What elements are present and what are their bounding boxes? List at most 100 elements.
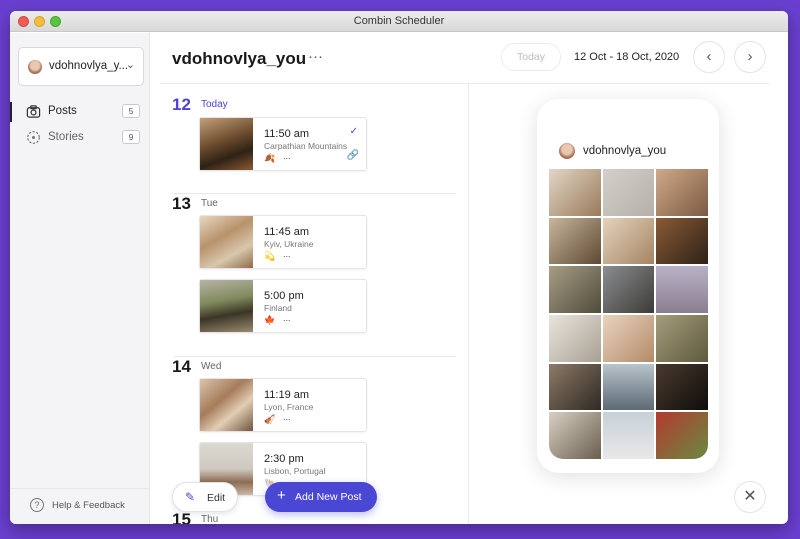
preview-grid: [549, 169, 708, 459]
grid-photo: [656, 217, 708, 265]
prev-week-button[interactable]: ‹: [693, 41, 725, 73]
post-time: 11:45 am: [264, 226, 310, 238]
plus-icon: +: [277, 487, 286, 504]
minimize-window-button[interactable]: [34, 16, 45, 27]
sidebar: vdohnovlya_y... ⌄ Posts 5 Stories 9 ? He…: [10, 33, 150, 524]
avatar: [559, 143, 575, 159]
post-card[interactable]: 11:50 am Carpathian Mountains 🍂 ... ✓ 🔗: [199, 117, 367, 171]
grid-photo: [549, 315, 601, 362]
day-label: Thu: [201, 514, 219, 524]
day-number: 15: [172, 510, 191, 524]
grid-photo: [656, 169, 708, 216]
post-thumbnail: [200, 216, 253, 268]
stories-icon: [27, 131, 40, 144]
window-title: Combin Scheduler: [353, 15, 445, 27]
page-title: vdohnovlya_you: [172, 49, 307, 68]
grid-photo: [656, 266, 708, 313]
account-name: vdohnovlya_y...: [49, 60, 129, 72]
post-time: 2:30 pm: [264, 453, 304, 465]
app-window: Combin Scheduler vdohnovlya_y... ⌄ Posts…: [10, 11, 788, 524]
post-caption-preview: ...: [283, 313, 291, 323]
post-location: Carpathian Mountains: [264, 141, 348, 151]
pencil-icon: ✎: [185, 490, 196, 504]
phone-preview: vdohnovlya_you: [537, 99, 719, 473]
today-button[interactable]: Today: [501, 43, 561, 71]
post-thumbnail: [200, 379, 253, 431]
grid-photo: [602, 412, 655, 459]
post-location: Finland: [264, 303, 292, 313]
account-selector[interactable]: vdohnovlya_y... ⌄: [18, 47, 144, 86]
grid-photo: [602, 217, 655, 265]
edit-button[interactable]: ✎ Edit: [172, 482, 238, 512]
panel-divider: [468, 84, 469, 524]
next-week-button[interactable]: ›: [734, 41, 766, 73]
date-range: 12 Oct - 18 Oct, 2020: [574, 51, 680, 63]
post-caption-preview: ...: [283, 412, 291, 422]
grid-photo: [549, 169, 601, 216]
stories-count-badge: 9: [122, 130, 140, 144]
preview-username: vdohnovlya_you: [583, 145, 667, 157]
grid-photo: [549, 217, 601, 265]
post-card[interactable]: 11:19 am Lyon, France 🎻 ...: [199, 378, 367, 432]
help-label: Help & Feedback: [52, 500, 125, 511]
post-caption-preview: ...: [283, 151, 291, 161]
day-number: 13: [172, 194, 191, 213]
grid-photo: [549, 266, 601, 313]
day-number: 12: [172, 95, 191, 114]
maple-leaf-icon: 🍁: [264, 315, 276, 325]
link-icon[interactable]: 🔗: [347, 150, 359, 161]
post-card[interactable]: 5:00 pm Finland 🍁 ...: [199, 279, 367, 333]
schedule-list: 12 Today 11:50 am Carpathian Mountains 🍂…: [160, 84, 468, 524]
post-card[interactable]: 11:45 am Kyiv, Ukraine 💫 ...: [199, 215, 367, 269]
day-divider: [174, 193, 456, 194]
chevron-left-icon: ‹: [706, 48, 712, 65]
help-feedback-link[interactable]: ? Help & Feedback: [10, 488, 150, 524]
zoom-window-button[interactable]: [50, 16, 61, 27]
more-options-button[interactable]: ···: [308, 48, 323, 65]
camera-icon: [26, 105, 41, 118]
chevron-down-icon: ⌄: [125, 59, 135, 71]
sparkle-icon: 💫: [264, 251, 276, 261]
leaf-icon: 🍂: [264, 153, 276, 163]
grid-photo: [549, 412, 601, 459]
close-preview-button[interactable]: ✕: [734, 481, 766, 513]
day-number: 14: [172, 357, 191, 376]
close-window-button[interactable]: [18, 16, 29, 27]
sidebar-item-label: Posts: [48, 105, 77, 117]
grid-photo: [656, 412, 708, 459]
grid-photo: [602, 169, 655, 216]
violin-icon: 🎻: [264, 414, 276, 424]
close-icon: ✕: [743, 488, 757, 505]
check-icon: ✓: [349, 126, 358, 137]
post-time: 11:19 am: [264, 389, 310, 401]
post-time: 5:00 pm: [264, 290, 304, 302]
post-thumbnail: [200, 118, 253, 170]
day-label: Wed: [201, 361, 222, 372]
post-thumbnail: [200, 280, 253, 332]
sidebar-item-posts[interactable]: Posts 5: [10, 100, 150, 124]
chevron-right-icon: ›: [747, 48, 753, 65]
grid-photo: [549, 363, 601, 411]
add-new-post-button[interactable]: + Add New Post: [265, 482, 377, 512]
day-label: Today: [201, 99, 228, 110]
post-caption-preview: ...: [283, 249, 291, 259]
avatar: [28, 60, 42, 74]
day-label: Tue: [201, 198, 218, 209]
day-divider: [174, 356, 456, 357]
sidebar-item-label: Stories: [48, 131, 84, 143]
post-location: Kyiv, Ukraine: [264, 239, 314, 249]
post-location: Lisbon, Portugal: [264, 466, 326, 476]
grid-photo: [656, 315, 708, 362]
grid-photo: [602, 315, 655, 362]
posts-count-badge: 5: [122, 104, 140, 118]
edit-label: Edit: [207, 492, 226, 504]
post-time: 11:50 am: [264, 128, 310, 140]
sidebar-item-stories[interactable]: Stories 9: [10, 126, 150, 150]
grid-photo: [656, 363, 708, 411]
post-location: Lyon, France: [264, 402, 314, 412]
question-icon: ?: [30, 498, 44, 512]
grid-photo: [602, 266, 655, 313]
grid-photo: [602, 363, 655, 411]
title-bar: Combin Scheduler: [10, 11, 788, 32]
add-new-post-label: Add New Post: [295, 491, 362, 503]
